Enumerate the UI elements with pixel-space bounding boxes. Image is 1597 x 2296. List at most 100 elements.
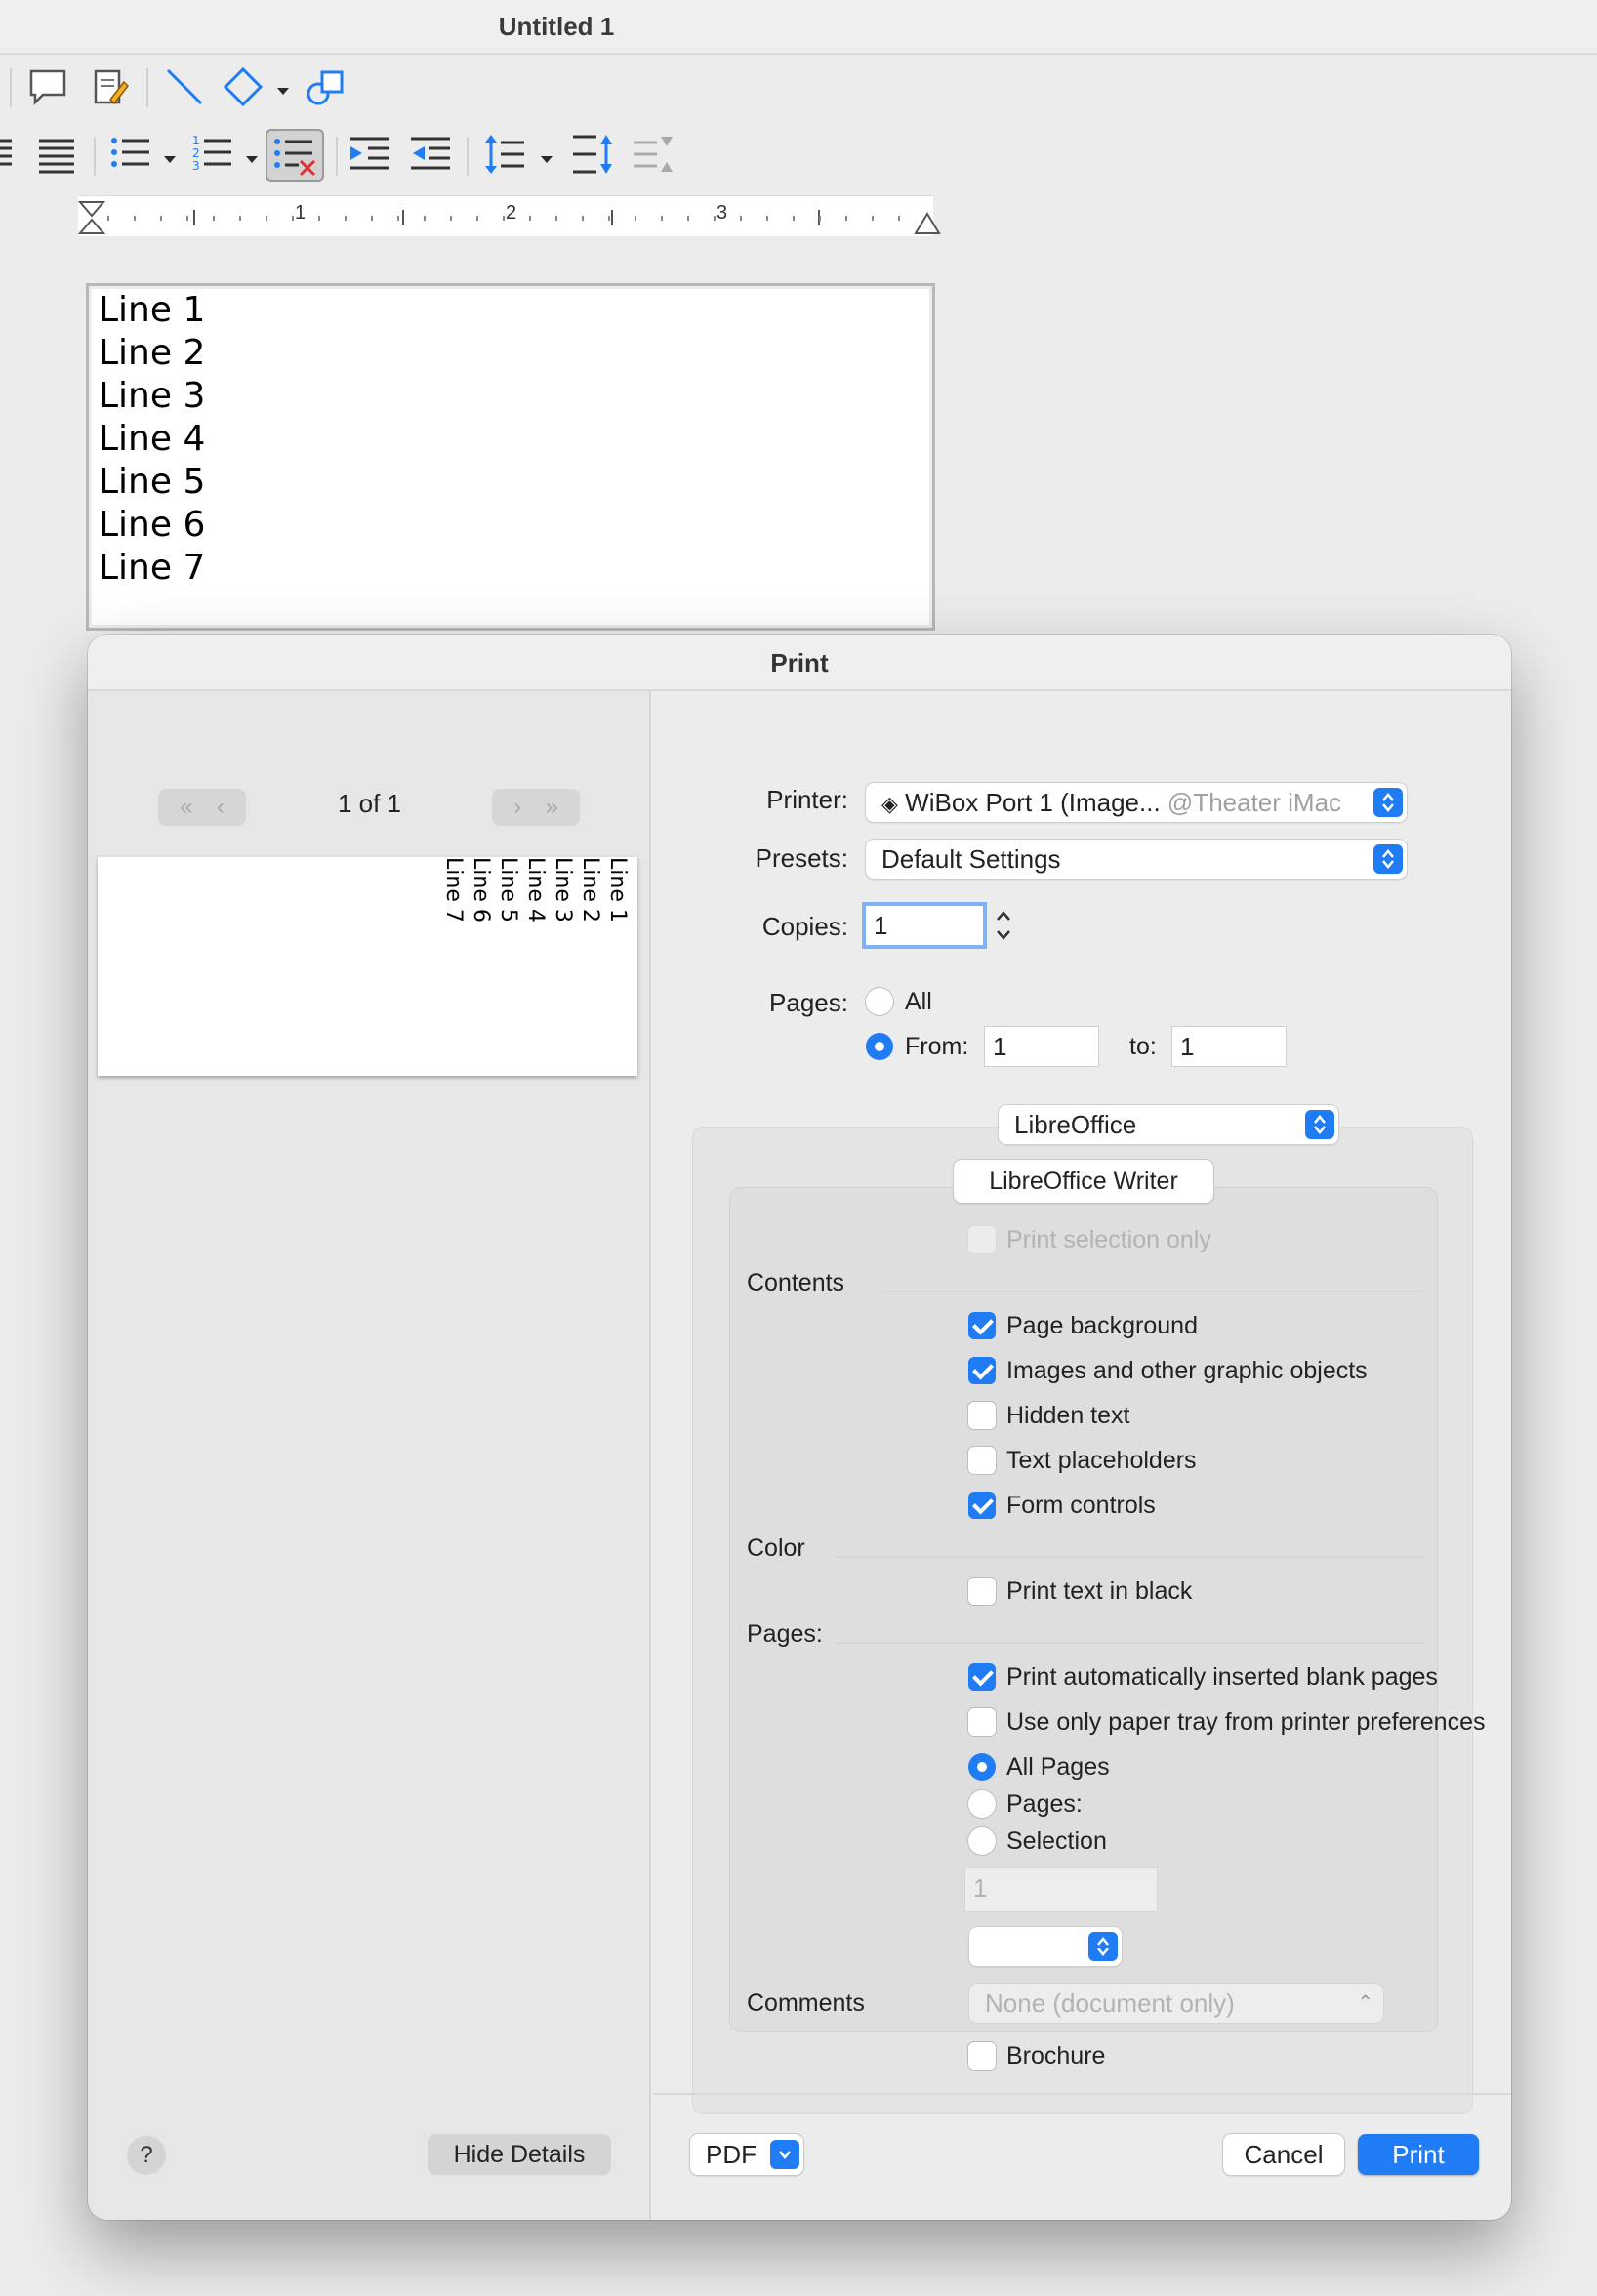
selection-radio[interactable]	[968, 1827, 996, 1855]
print-button[interactable]: Print	[1358, 2134, 1479, 2175]
ruler-tick	[819, 216, 821, 221]
right-indent-marker-icon[interactable]	[914, 212, 941, 235]
preview-line: Line 4	[523, 857, 548, 922]
ruler-tick	[845, 216, 847, 221]
decrease-paragraph-spacing-icon[interactable]	[631, 133, 676, 176]
ruler-tick	[608, 216, 610, 221]
stepper-icon[interactable]	[993, 904, 1014, 947]
chevron-down-icon[interactable]	[246, 156, 258, 163]
prev-page-icon[interactable]: ‹	[217, 794, 225, 821]
ruler-tick	[107, 216, 109, 221]
pages-range-field[interactable]: 1	[965, 1868, 1157, 1911]
ruler-tick	[766, 216, 768, 221]
pages-from-field[interactable]: 1	[985, 1027, 1098, 1066]
no-list-icon[interactable]	[266, 129, 324, 182]
justify-icon[interactable]	[0, 133, 18, 176]
copies-stepper[interactable]	[993, 904, 1014, 947]
chevron-down-icon[interactable]	[277, 88, 289, 95]
pdf-label: PDF	[706, 2140, 757, 2169]
settings-pane: Printer: ◈ WiBox Port 1 (Image... @Theat…	[653, 691, 1511, 2220]
numbered-list-icon[interactable]: 123	[189, 133, 234, 176]
section-popup[interactable]: LibreOffice	[999, 1105, 1338, 1144]
chevron-down-icon[interactable]	[541, 156, 553, 163]
paper-tray-checkbox[interactable]	[968, 1708, 996, 1736]
align-justify-icon[interactable]	[35, 133, 78, 176]
pages-radio[interactable]	[968, 1790, 996, 1818]
ruler-tick	[582, 216, 584, 221]
brochure-checkbox[interactable]	[968, 2042, 996, 2070]
printer-popup[interactable]: ◈ WiBox Port 1 (Image... @Theater iMac	[866, 783, 1407, 822]
insert-shapes-icon[interactable]	[303, 64, 351, 109]
increase-indent-icon[interactable]	[348, 133, 392, 176]
bulleted-list-icon[interactable]	[107, 133, 152, 176]
print-dialog: Print «‹ 1 of 1 ›» Line 1 Line 2 Line 3 …	[88, 635, 1511, 2220]
paper-tray-label: Use only paper tray from printer prefere…	[1006, 1708, 1486, 1736]
printer-label: Printer:	[766, 785, 848, 814]
copies-label: Copies:	[761, 912, 848, 941]
form-controls-checkbox[interactable]	[968, 1492, 996, 1519]
window-titlebar: Untitled 1	[0, 0, 1597, 55]
window-title: Untitled 1	[498, 12, 615, 41]
chevron-down-icon[interactable]	[164, 156, 176, 163]
text-placeholders-checkbox[interactable]	[968, 1447, 996, 1474]
pages-from-label: From:	[905, 1033, 969, 1060]
decrease-indent-icon[interactable]	[408, 133, 453, 176]
left-indent-marker-icon[interactable]	[78, 200, 105, 235]
pages-order-popup[interactable]	[969, 1927, 1122, 1966]
svg-text:1: 1	[192, 134, 200, 147]
document-line: Line 6	[99, 505, 206, 545]
help-button[interactable]: ?	[127, 2136, 166, 2175]
pdf-menu-button[interactable]: PDF	[690, 2134, 803, 2175]
increase-paragraph-spacing-icon[interactable]	[570, 133, 615, 176]
popup-arrows-icon	[1373, 788, 1403, 817]
line-spacing-icon[interactable]	[482, 133, 527, 176]
ruler-tick	[740, 216, 742, 221]
contents-heading: Contents	[747, 1269, 845, 1296]
page-background-checkbox[interactable]	[968, 1312, 996, 1339]
section-popup-value: LibreOffice	[1014, 1110, 1137, 1139]
pages-all-radio[interactable]	[866, 988, 893, 1015]
presets-popup[interactable]: Default Settings	[866, 840, 1407, 879]
pages-to-field[interactable]: 1	[1172, 1027, 1286, 1066]
ruler-tick	[371, 216, 373, 221]
printer-host: @Theater iMac	[1167, 788, 1342, 817]
ruler-tick	[160, 216, 162, 221]
all-pages-radio[interactable]	[968, 1753, 996, 1781]
print-text-black-checkbox[interactable]	[968, 1578, 996, 1605]
ruler-tick	[793, 216, 795, 221]
libreoffice-writer-tab[interactable]: LibreOffice Writer	[954, 1160, 1213, 1203]
footer-divider	[653, 2093, 1511, 2095]
last-page-icon[interactable]: »	[545, 794, 557, 821]
images-checkbox[interactable]	[968, 1357, 996, 1384]
page-indicator: 1 of 1	[337, 789, 402, 818]
blank-pages-checkbox[interactable]	[968, 1663, 996, 1691]
document-line: Line 7	[99, 548, 206, 588]
document-page[interactable]: Line 1 Line 2 Line 3 Line 4 Line 5 Line …	[86, 283, 935, 631]
preview-next-last-buttons[interactable]: ›»	[492, 789, 580, 826]
toolbar-separator	[94, 137, 96, 176]
ruler-tick	[503, 216, 505, 221]
track-changes-icon[interactable]	[88, 64, 133, 109]
preview-line: Line 5	[496, 857, 520, 922]
horizontal-ruler[interactable]: 1 2 3	[78, 195, 941, 236]
cancel-button[interactable]: Cancel	[1223, 2134, 1344, 2175]
first-page-icon[interactable]: «	[180, 794, 192, 821]
comments-popup[interactable]: None (document only) ⌃	[969, 1984, 1383, 2023]
ruler-number: 2	[506, 202, 517, 224]
print-selection-only-checkbox[interactable]	[968, 1226, 996, 1253]
line-icon[interactable]	[162, 64, 207, 109]
section-divider	[837, 1642, 1426, 1644]
shape-diamond-icon[interactable]	[221, 64, 266, 109]
preview-first-prev-buttons[interactable]: «‹	[158, 789, 246, 826]
next-page-icon[interactable]: ›	[513, 794, 521, 821]
ruler-tick	[555, 216, 557, 221]
pages-radio-label: Pages:	[1006, 1790, 1083, 1818]
pages-from-radio[interactable]	[866, 1033, 893, 1060]
document-line: Line 2	[99, 333, 206, 373]
ruler-tick	[635, 216, 636, 221]
hidden-text-checkbox[interactable]	[968, 1402, 996, 1429]
hide-details-button[interactable]: Hide Details	[428, 2134, 611, 2175]
copies-field[interactable]: 1	[866, 906, 983, 945]
page-preview: Line 1 Line 2 Line 3 Line 4 Line 5 Line …	[98, 857, 637, 1076]
comment-icon[interactable]	[25, 64, 70, 109]
